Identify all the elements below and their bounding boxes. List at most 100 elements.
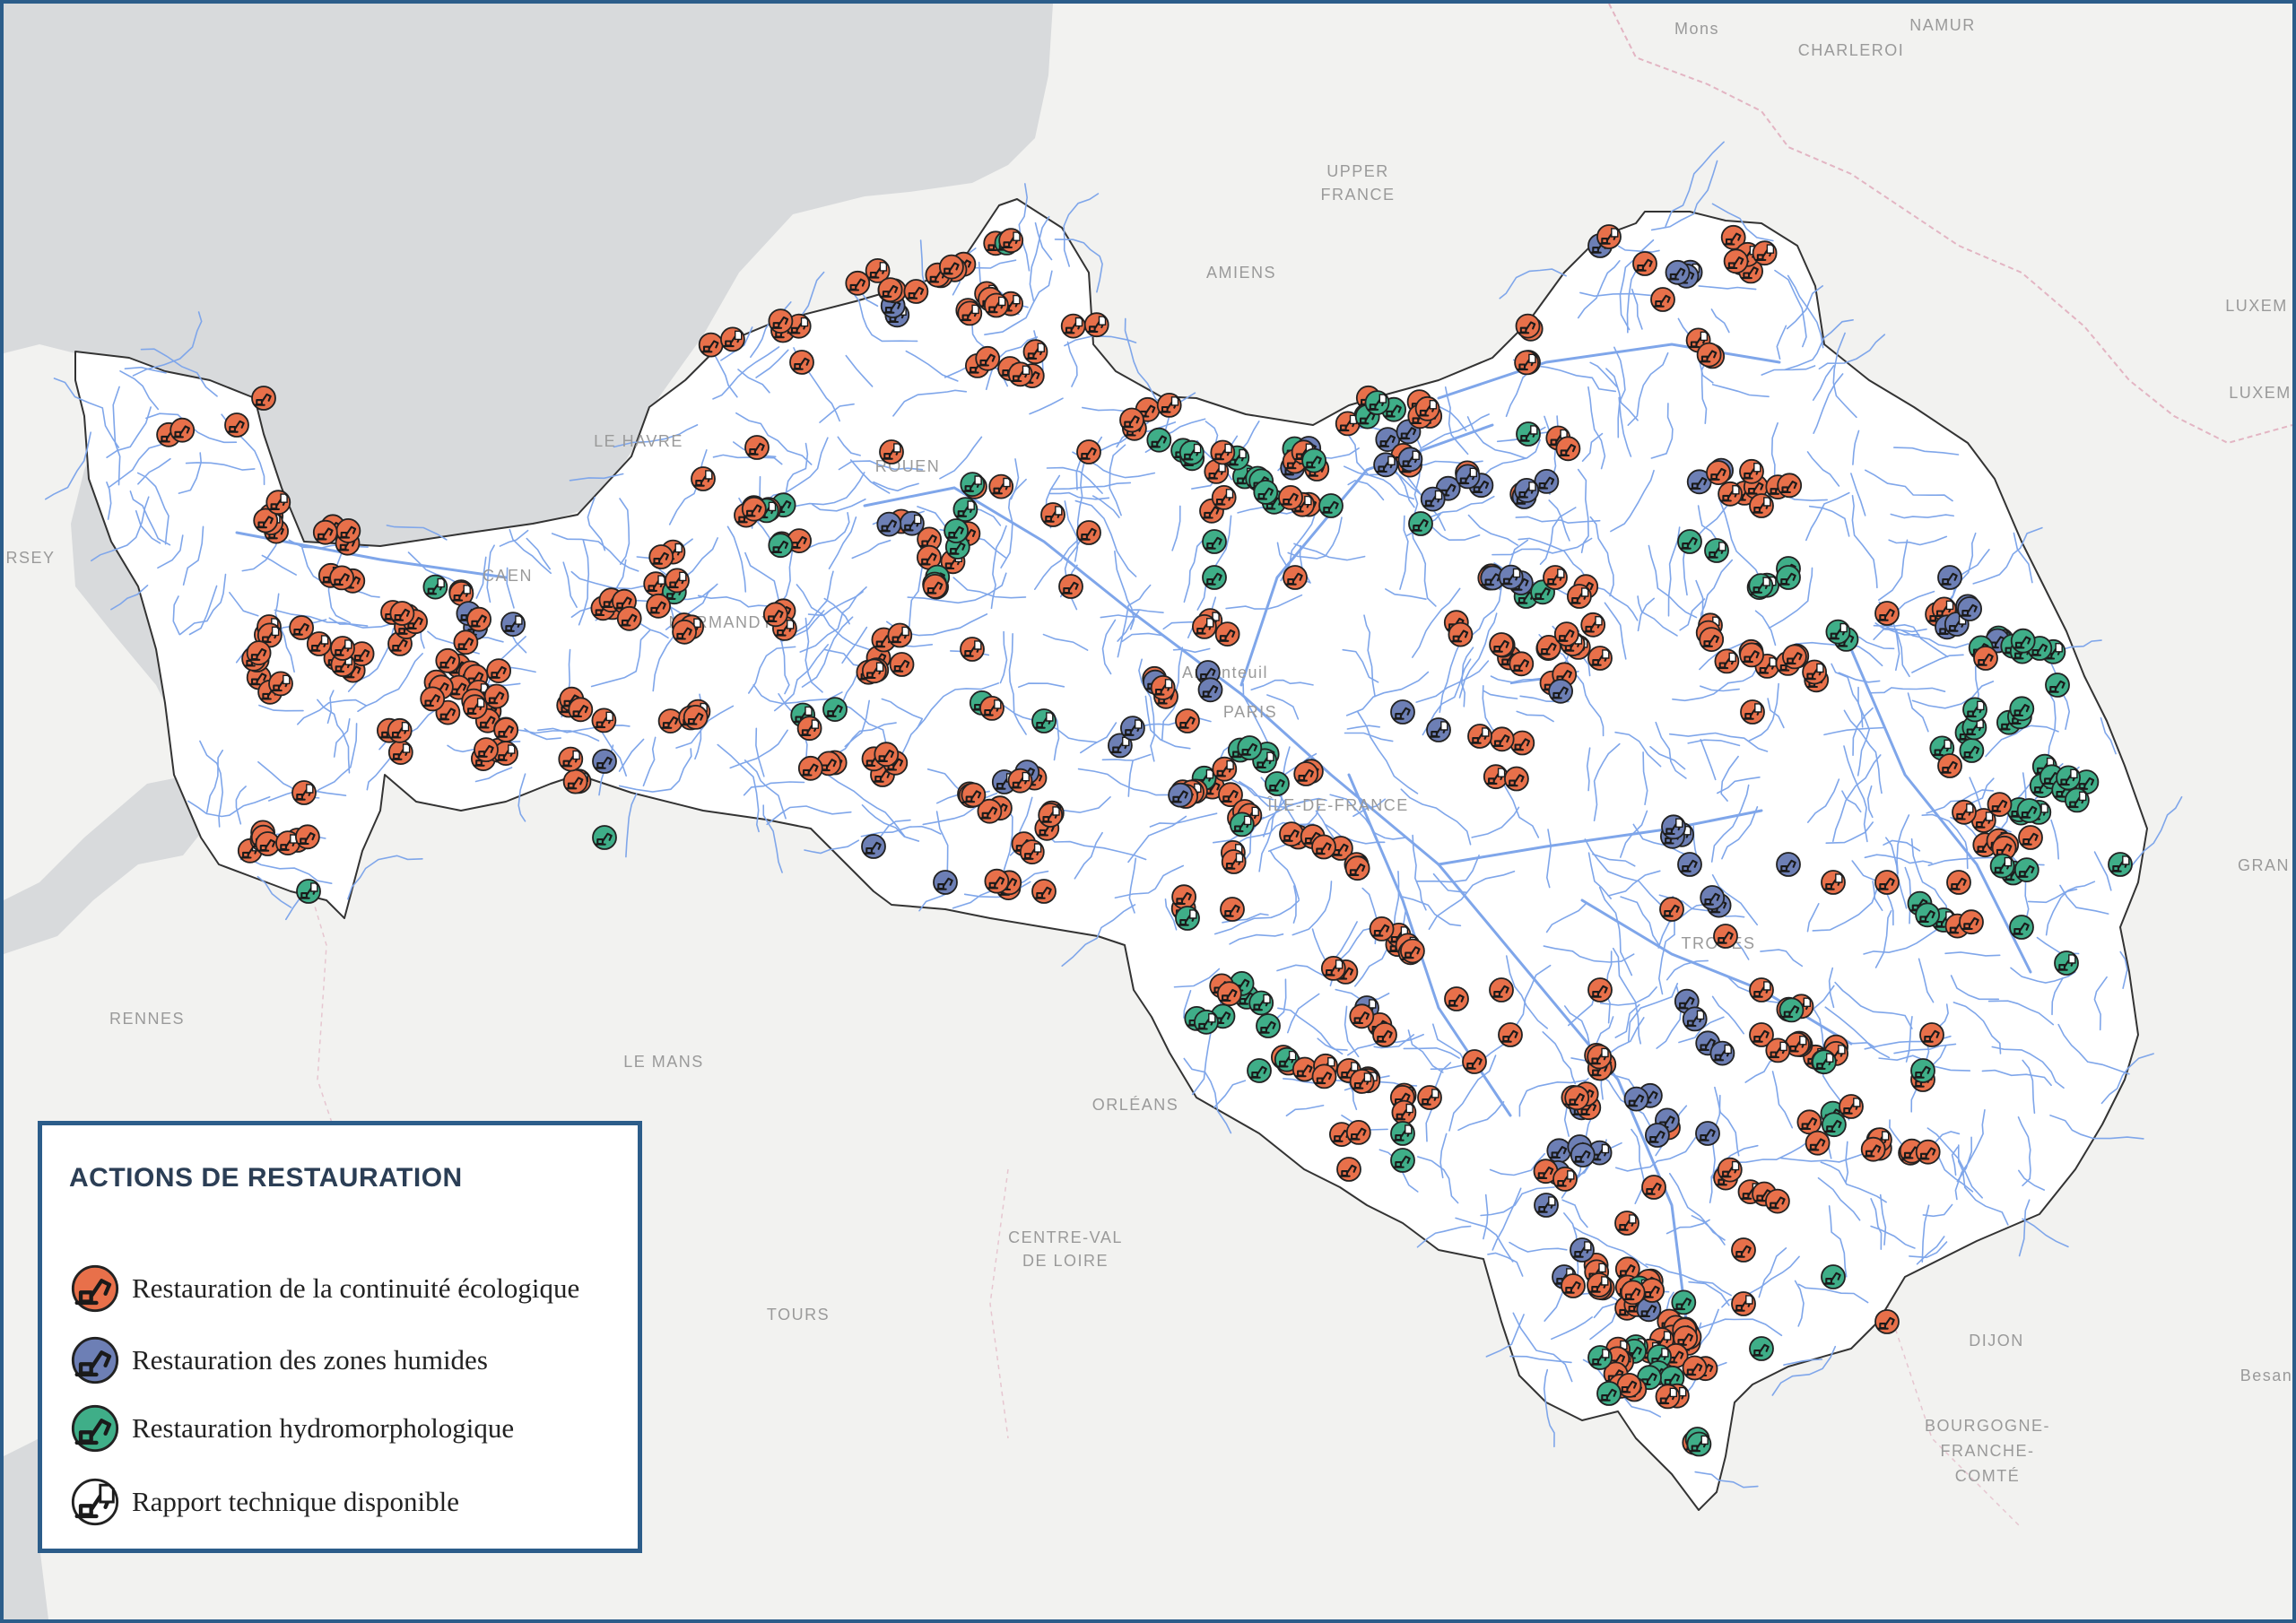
marker-continuite[interactable] — [984, 292, 1009, 318]
marker-continuite[interactable] — [306, 631, 332, 656]
marker-continuite[interactable] — [1007, 361, 1033, 387]
marker-continuite[interactable] — [1682, 1355, 1708, 1381]
marker-hydromorpho[interactable] — [1749, 1336, 1774, 1361]
marker-continuite[interactable] — [1739, 458, 1764, 484]
marker-continuite[interactable] — [762, 602, 788, 628]
marker-continuite[interactable] — [1740, 699, 1765, 725]
marker-continuite[interactable] — [1278, 485, 1303, 510]
marker-continuite[interactable] — [1952, 799, 1977, 825]
marker-zones-humides[interactable] — [1514, 478, 1540, 503]
marker-zones-humides[interactable] — [933, 870, 958, 895]
marker-continuite[interactable] — [1580, 612, 1606, 638]
marker-hydromorpho[interactable] — [1408, 511, 1433, 536]
marker-continuite[interactable] — [1587, 1272, 1612, 1298]
marker-continuite[interactable] — [1723, 248, 1749, 274]
marker-hydromorpho[interactable] — [2009, 696, 2035, 722]
marker-continuite[interactable] — [975, 345, 1001, 371]
marker-continuite[interactable] — [1076, 439, 1101, 464]
marker-continuite[interactable] — [1349, 1069, 1375, 1094]
marker-continuite[interactable] — [683, 705, 709, 730]
marker-continuite[interactable] — [797, 755, 823, 781]
marker-continuite[interactable] — [1220, 897, 1245, 922]
marker-continuite[interactable] — [1060, 313, 1086, 339]
marker-continuite[interactable] — [1717, 1157, 1743, 1183]
marker-hydromorpho[interactable] — [1031, 708, 1057, 733]
marker-continuite[interactable] — [939, 254, 964, 280]
marker-continuite[interactable] — [1444, 986, 1469, 1011]
marker-continuite[interactable] — [1632, 251, 1657, 276]
marker-hydromorpho[interactable] — [2016, 798, 2042, 823]
marker-hydromorpho[interactable] — [1178, 439, 1205, 465]
marker-hydromorpho[interactable] — [1364, 390, 1390, 416]
marker-hydromorpho[interactable] — [1910, 1058, 1935, 1083]
marker-hydromorpho[interactable] — [1704, 538, 1729, 563]
marker-continuite[interactable] — [1369, 916, 1395, 942]
marker-continuite[interactable] — [1731, 1237, 1756, 1263]
marker-continuite[interactable] — [1175, 708, 1200, 733]
marker-zones-humides[interactable] — [1397, 447, 1423, 473]
marker-continuite[interactable] — [568, 697, 594, 723]
marker-hydromorpho[interactable] — [960, 472, 986, 497]
marker-zones-humides[interactable] — [1570, 1237, 1595, 1263]
marker-continuite[interactable] — [1552, 1167, 1578, 1192]
marker-hydromorpho[interactable] — [2056, 765, 2082, 791]
marker-continuite[interactable] — [877, 277, 903, 303]
marker-continuite[interactable] — [330, 636, 355, 661]
marker-continuite[interactable] — [294, 824, 320, 850]
marker-continuite[interactable] — [1587, 1044, 1613, 1070]
marker-zones-humides[interactable] — [876, 511, 902, 537]
marker-continuite[interactable] — [591, 707, 617, 733]
marker-continuite[interactable] — [1959, 909, 1984, 935]
marker-continuite[interactable] — [1214, 621, 1240, 647]
marker-continuite[interactable] — [1489, 726, 1515, 752]
marker-continuite[interactable] — [1156, 392, 1182, 418]
marker-zones-humides[interactable] — [1623, 1086, 1649, 1112]
marker-continuite[interactable] — [796, 716, 822, 742]
marker-zones-humides[interactable] — [1677, 852, 1702, 877]
marker-continuite[interactable] — [1345, 1120, 1371, 1145]
marker-continuite[interactable] — [720, 326, 745, 352]
marker-zones-humides[interactable] — [1373, 452, 1398, 478]
marker-continuite[interactable] — [246, 640, 272, 665]
marker-continuite[interactable] — [1019, 839, 1045, 864]
marker-continuite[interactable] — [1561, 1273, 1586, 1298]
marker-continuite[interactable] — [435, 647, 461, 673]
marker-continuite[interactable] — [1620, 1280, 1646, 1306]
marker-continuite[interactable] — [1596, 224, 1622, 249]
marker-hydromorpho[interactable] — [1256, 1013, 1281, 1038]
legend-item-continuite[interactable]: Restauration de la continuité écologique — [69, 1262, 579, 1315]
marker-continuite[interactable] — [483, 683, 509, 709]
marker-hydromorpho[interactable] — [1779, 997, 1805, 1023]
marker-hydromorpho[interactable] — [768, 533, 794, 559]
marker-continuite[interactable] — [698, 332, 724, 358]
marker-continuite[interactable] — [562, 768, 588, 794]
marker-continuite[interactable] — [251, 386, 276, 411]
marker-continuite[interactable] — [1567, 584, 1592, 609]
marker-continuite[interactable] — [1336, 1157, 1361, 1182]
legend-item-hydromorpho[interactable]: Restauration hydromorphologique — [69, 1402, 514, 1455]
marker-continuite[interactable] — [1344, 855, 1370, 881]
marker-hydromorpho[interactable] — [1229, 812, 1255, 838]
marker-zones-humides[interactable] — [1534, 1193, 1559, 1218]
marker-zones-humides[interactable] — [1390, 699, 1415, 725]
marker-continuite[interactable] — [665, 568, 690, 594]
marker-continuite[interactable] — [1150, 675, 1176, 700]
marker-hydromorpho[interactable] — [1318, 493, 1344, 518]
marker-continuite[interactable] — [1509, 730, 1535, 756]
marker-hydromorpho[interactable] — [1822, 1112, 1847, 1138]
marker-zones-humides[interactable] — [1709, 1040, 1735, 1066]
marker-zones-humides[interactable] — [1957, 596, 1983, 621]
marker-continuite[interactable] — [387, 740, 413, 765]
marker-continuite[interactable] — [616, 605, 642, 631]
marker-hydromorpho[interactable] — [944, 518, 969, 543]
marker-continuite[interactable] — [1641, 1175, 1666, 1200]
marker-continuite[interactable] — [1587, 977, 1613, 1002]
marker-continuite[interactable] — [1713, 924, 1738, 949]
marker-continuite[interactable] — [789, 350, 814, 375]
marker-continuite[interactable] — [646, 593, 671, 619]
marker-zones-humides[interactable] — [1120, 716, 1145, 741]
marker-hydromorpho[interactable] — [1959, 738, 1985, 763]
marker-hydromorpho[interactable] — [1247, 1058, 1272, 1083]
marker-hydromorpho[interactable] — [2064, 787, 2090, 813]
marker-continuite[interactable] — [1489, 977, 1514, 1002]
